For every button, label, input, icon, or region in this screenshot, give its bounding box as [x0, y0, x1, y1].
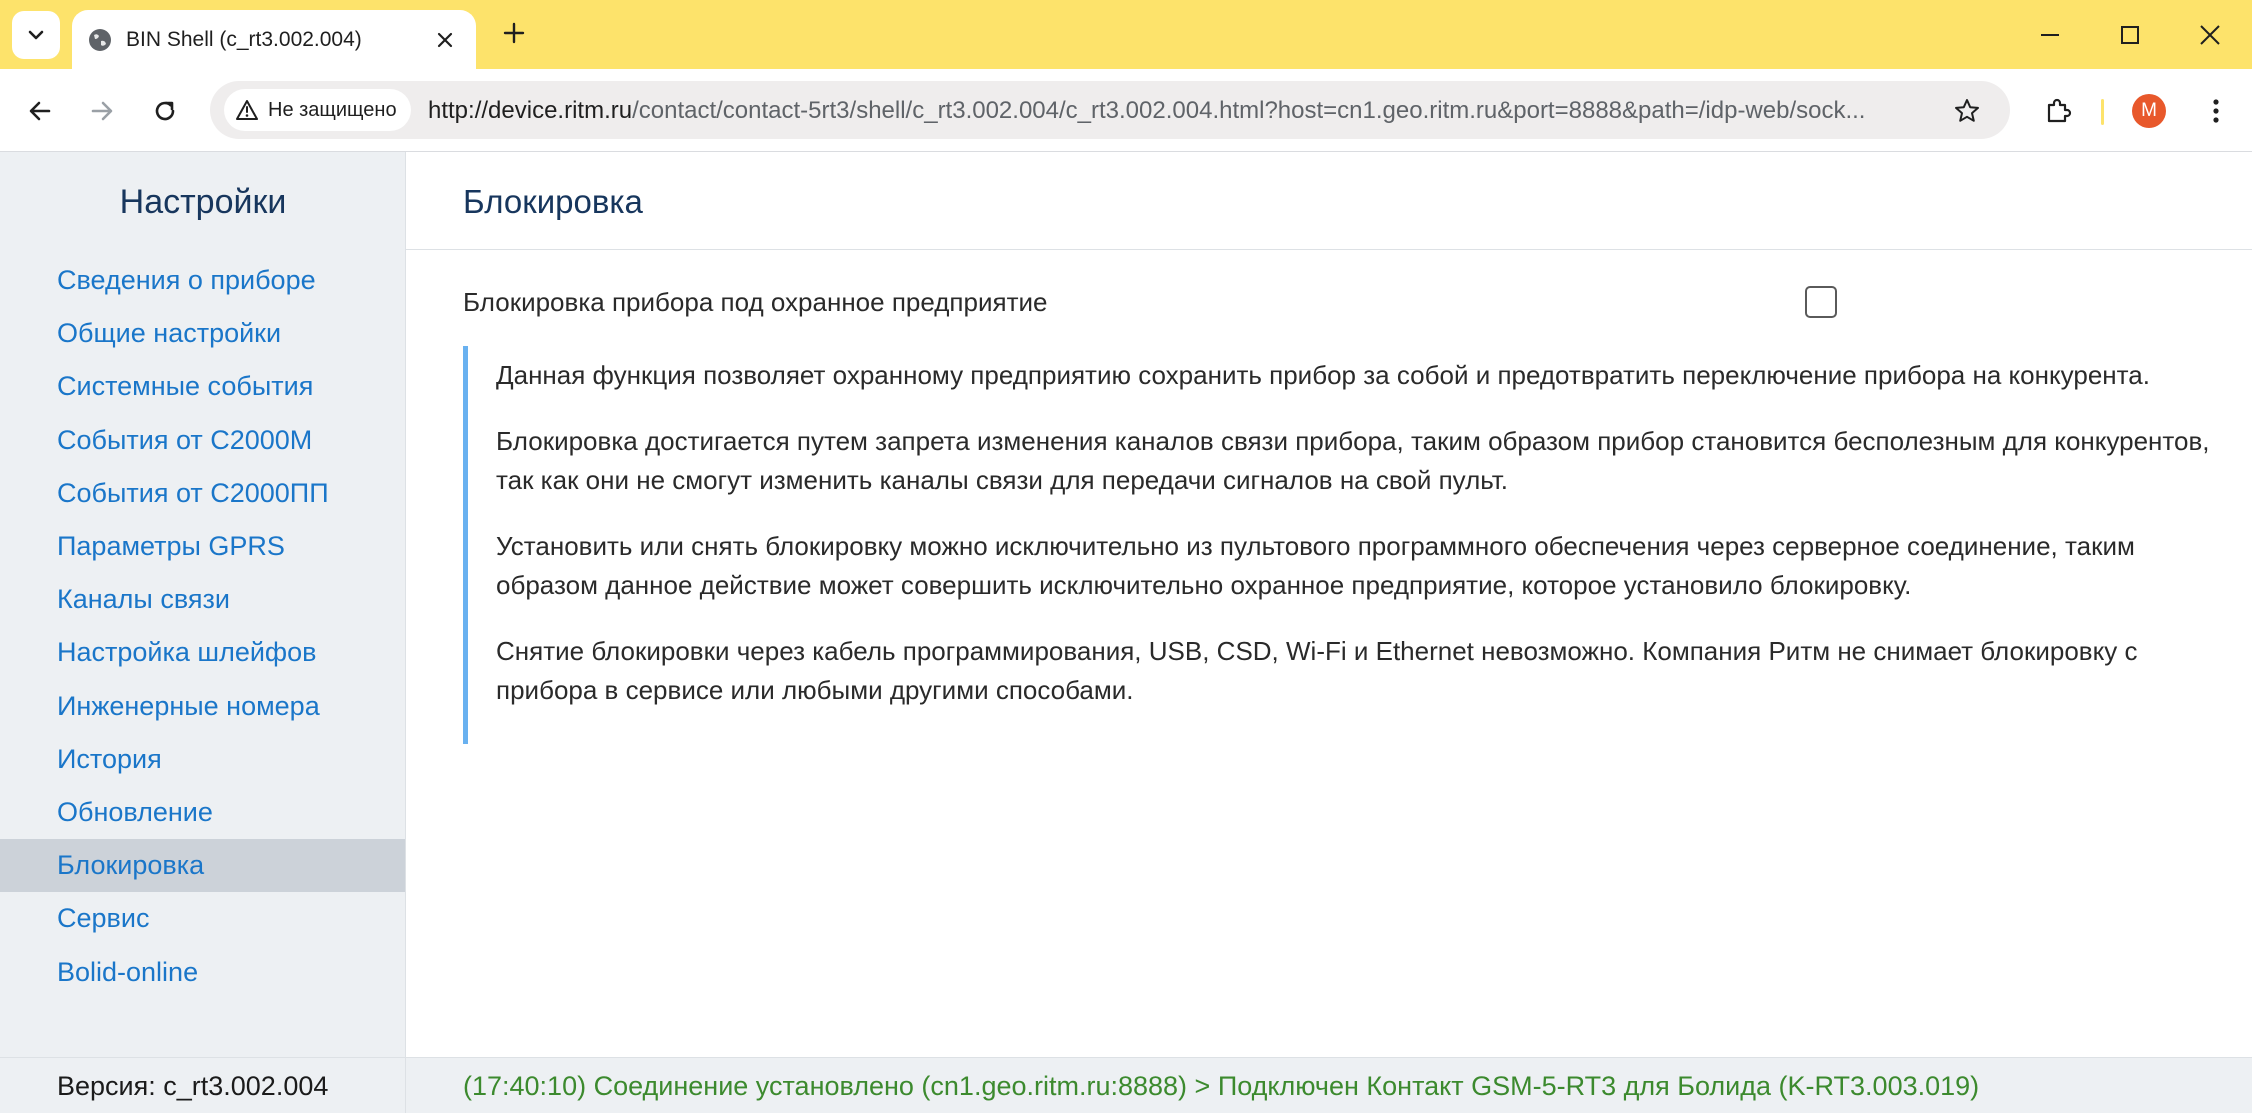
globe-icon: [89, 29, 111, 51]
back-arrow-icon: [29, 101, 51, 121]
star-icon: [1955, 99, 1979, 122]
info-paragraph: Снятие блокировки через кабель программи…: [496, 636, 2138, 705]
info-paragraph: Блокировка достигается путем запрета изм…: [496, 426, 2210, 495]
browser-menu-button[interactable]: [2192, 87, 2240, 135]
connection-status: (17:40:10) Соединение установлено (cn1.g…: [463, 1070, 1980, 1101]
extensions-button[interactable]: [2034, 87, 2082, 135]
info-paragraph: Установить или снять блокировку можно ис…: [496, 531, 2135, 600]
tab-search-button[interactable]: [12, 11, 60, 59]
reload-icon: [155, 101, 175, 121]
lock-setting-label: Блокировка прибора под охранное предприя…: [463, 287, 1048, 317]
sidebar-item-system-events[interactable]: Системные события: [0, 360, 405, 413]
browser-tab[interactable]: BIN Shell (c_rt3.002.004): [72, 10, 476, 69]
bookmark-button[interactable]: [1950, 94, 1984, 128]
security-label: Не защищено: [268, 98, 397, 121]
new-tab-button[interactable]: [494, 13, 534, 53]
sidebar-item-device-info[interactable]: Сведения о приборе: [0, 254, 405, 307]
tab-title: BIN Shell (c_rt3.002.004): [126, 28, 362, 51]
page-title: Блокировка: [463, 183, 643, 220]
more-vert-icon: [2213, 99, 2219, 123]
forward-button[interactable]: [78, 87, 126, 135]
main-content: Блокировка Блокировка прибора под охранн…: [406, 152, 2252, 1057]
status-bar: Версия: c_rt3.002.004 (17:40:10) Соедине…: [0, 1057, 2252, 1113]
version-label: Версия: c_rt3.002.004: [57, 1070, 329, 1101]
lock-checkbox[interactable]: [1805, 286, 1837, 318]
tab-close-button[interactable]: [429, 24, 461, 56]
url-text[interactable]: http://device.ritm.ru/contact/contact-5r…: [428, 97, 1865, 125]
reload-button[interactable]: [141, 87, 189, 135]
plus-icon: [503, 22, 525, 44]
forward-arrow-icon: [91, 101, 113, 121]
settings-sidebar: Настройки Сведения о приборе Общие настр…: [0, 152, 406, 1057]
profile-avatar[interactable]: M: [2132, 94, 2166, 128]
warning-icon: [236, 100, 258, 120]
sidebar-item-engineer-numbers[interactable]: Инженерные номера: [0, 680, 405, 733]
page: Настройки Сведения о приборе Общие настр…: [0, 152, 2252, 1113]
minimize-icon: [2041, 33, 2059, 36]
sidebar-item-history[interactable]: История: [0, 733, 405, 786]
close-icon: [437, 32, 453, 48]
sidebar-title: Настройки: [119, 182, 287, 221]
sidebar-item-update[interactable]: Обновление: [0, 786, 405, 839]
sidebar-item-loops-settings[interactable]: Настройка шлейфов: [0, 626, 405, 679]
sidebar-item-general-settings[interactable]: Общие настройки: [0, 307, 405, 360]
sidebar-nav: Сведения о приборе Общие настройки Систе…: [0, 254, 405, 999]
sidebar-item-channels[interactable]: Каналы связи: [0, 573, 405, 626]
close-window-button[interactable]: [2170, 0, 2250, 69]
sidebar-item-lock[interactable]: Блокировка: [0, 839, 405, 893]
maximize-button[interactable]: [2090, 0, 2170, 69]
url-path: /contact/contact-5rt3/shell/c_rt3.002.00…: [632, 97, 1866, 124]
sidebar-item-bolid-online[interactable]: Bolid-online: [0, 945, 405, 998]
back-button[interactable]: [16, 87, 64, 135]
extensions-icon: [2047, 98, 2072, 123]
status-divider: [405, 1058, 406, 1113]
sidebar-item-c2000m-events[interactable]: События от С2000М: [0, 414, 405, 467]
browser-toolbar: Не защищено http://device.ritm.ru/contac…: [0, 69, 2252, 152]
minimize-button[interactable]: [2010, 0, 2090, 69]
info-paragraph: Данная функция позволяет охранному предп…: [496, 360, 2150, 390]
toolbar-separator: [2101, 99, 2104, 125]
address-bar[interactable]: Не защищено http://device.ritm.ru/contac…: [210, 81, 2010, 139]
info-callout: Данная функция позволяет охранному предп…: [463, 346, 2223, 744]
sidebar-item-service[interactable]: Сервис: [0, 892, 405, 945]
tab-search-icon: [28, 30, 44, 40]
sidebar-item-c2000pp-events[interactable]: События от С2000ПП: [0, 467, 405, 520]
security-chip[interactable]: Не защищено: [224, 89, 411, 131]
close-window-icon: [2200, 24, 2220, 45]
url-host: http://device.ritm.ru: [428, 97, 633, 124]
maximize-icon: [2121, 25, 2139, 44]
content-header: Блокировка: [406, 152, 2252, 250]
browser-tab-strip: BIN Shell (c_rt3.002.004): [0, 0, 2252, 69]
sidebar-item-gprs-params[interactable]: Параметры GPRS: [0, 520, 405, 573]
